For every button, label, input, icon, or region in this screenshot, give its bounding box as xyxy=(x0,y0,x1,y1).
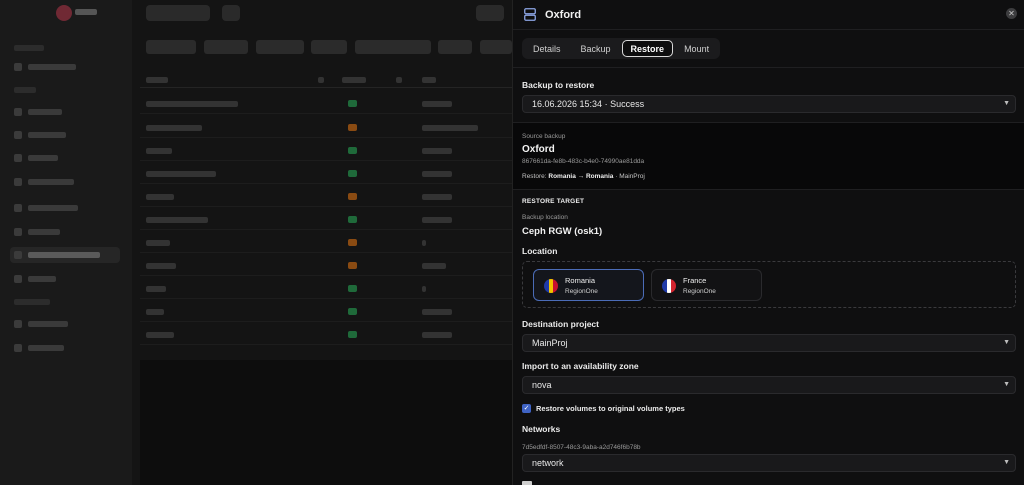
background-table-row xyxy=(140,279,512,299)
sidebar-item xyxy=(10,127,120,143)
sidebar-item xyxy=(10,340,120,356)
romania-flag-icon xyxy=(544,279,558,293)
restore-prefix: Restore: xyxy=(522,173,547,180)
location-picker: Romania RegionOne France RegionOne xyxy=(522,261,1016,308)
sidebar-item xyxy=(10,271,120,287)
background-table-row xyxy=(140,325,512,345)
background-filter-chip xyxy=(355,40,431,54)
region-sub: RegionOne xyxy=(565,288,598,295)
sidebar-item xyxy=(10,104,120,120)
backup-to-restore-select[interactable]: 16.06.2026 15:34 · Success ▼ xyxy=(522,95,1016,113)
backup-to-restore-label: Backup to restore xyxy=(522,80,595,90)
drawer-header: Oxford ✕ xyxy=(513,0,1024,30)
background-table-row xyxy=(140,233,512,253)
location-label: Location xyxy=(522,246,558,256)
background-table-row xyxy=(140,118,512,138)
sidebar-item-active xyxy=(10,247,120,263)
network-id: 7d5edfdf-8507-48c3-9aba-a2d746f6b78b xyxy=(522,444,641,451)
sidebar-item xyxy=(10,150,120,166)
divider xyxy=(513,67,1024,68)
background-app xyxy=(0,0,512,485)
tab-mount[interactable]: Mount xyxy=(675,40,718,57)
availability-zone-value: nova xyxy=(532,380,552,390)
restore-volumes-checkbox[interactable]: ✓ xyxy=(522,404,531,413)
availability-zone-label: Import to an availability zone xyxy=(522,361,639,371)
sidebar-item xyxy=(10,224,120,240)
restore-volumes-label: Restore volumes to original volume types xyxy=(536,404,685,413)
region-name: France xyxy=(683,276,707,285)
restore-volumes-checkbox-row[interactable]: ✓ Restore volumes to original volume typ… xyxy=(522,403,685,414)
background-filter-chip xyxy=(204,40,248,54)
sidebar-item xyxy=(10,59,120,75)
region-card-france[interactable]: France RegionOne xyxy=(651,269,762,301)
sidebar-section-heading xyxy=(10,40,120,56)
background-table-row xyxy=(140,187,512,207)
chevron-down-icon: ▼ xyxy=(1003,459,1010,466)
background-filter-chip xyxy=(480,40,512,54)
restore-to-region: Romania xyxy=(585,173,614,180)
source-backup-id: 867661da-fe8b-483c-b4e0-74990ae81dda xyxy=(522,158,645,165)
tab-restore[interactable]: Restore xyxy=(621,40,674,57)
arrow-right-icon: → xyxy=(577,173,585,180)
background-table-row xyxy=(140,164,512,184)
chevron-down-icon: ▼ xyxy=(1003,339,1010,346)
close-icon[interactable]: ✕ xyxy=(1006,8,1017,19)
background-filter-chip xyxy=(311,40,347,54)
tab-details[interactable]: Details xyxy=(524,40,570,57)
background-table-row xyxy=(140,141,512,161)
background-button xyxy=(476,5,504,21)
destination-project-value: MainProj xyxy=(532,338,568,348)
network-select[interactable]: network ▼ xyxy=(522,454,1016,472)
networks-label: Networks xyxy=(522,424,561,434)
backup-location-value: Ceph RGW (osk1) xyxy=(522,226,603,237)
next-field-label xyxy=(522,481,532,485)
chevron-down-icon: ▼ xyxy=(1003,100,1010,107)
background-sidebar xyxy=(0,0,132,485)
backup-location-caption: Backup location xyxy=(522,214,568,221)
app-logo-icon xyxy=(56,5,72,21)
sidebar-item xyxy=(10,200,120,216)
source-restore-route: Restore: Romania → Romania · MainProj xyxy=(522,173,645,180)
network-value: network xyxy=(532,458,564,468)
drawer-title: Oxford xyxy=(545,9,582,21)
app-window: Oxford ✕ Details Backup Restore Mount Ba… xyxy=(0,0,1024,485)
source-backup-name: Oxford xyxy=(522,144,555,155)
background-table-header xyxy=(140,70,512,88)
restore-drawer: Oxford ✕ Details Backup Restore Mount Ba… xyxy=(512,0,1024,485)
tab-backup[interactable]: Backup xyxy=(572,40,620,57)
availability-zone-select[interactable]: nova ▼ xyxy=(522,376,1016,394)
source-backup-caption: Source backup xyxy=(522,133,566,140)
region-sub: RegionOne xyxy=(683,288,716,295)
background-filter-chip xyxy=(146,40,196,54)
chevron-down-icon: ▼ xyxy=(1003,381,1010,388)
background-empty-area xyxy=(140,360,512,485)
drawer-tabs: Details Backup Restore Mount xyxy=(522,38,721,59)
restore-project: · MainProj xyxy=(615,173,645,180)
background-filter-chip xyxy=(438,40,472,54)
source-backup-panel: Source backup Oxford 867661da-fe8b-483c-… xyxy=(513,122,1024,190)
sidebar-section-heading xyxy=(10,294,120,310)
restore-target-heading: RESTORE TARGET xyxy=(522,198,585,205)
background-dropdown xyxy=(146,5,210,21)
restore-from-region: Romania xyxy=(548,173,576,180)
background-table-row xyxy=(140,302,512,322)
server-icon xyxy=(524,8,536,21)
region-card-romania[interactable]: Romania RegionOne xyxy=(533,269,644,301)
france-flag-icon xyxy=(662,279,676,293)
destination-project-label: Destination project xyxy=(522,319,599,329)
backup-to-restore-value: 16.06.2026 15:34 · Success xyxy=(532,99,645,109)
destination-project-select[interactable]: MainProj ▼ xyxy=(522,334,1016,352)
sidebar-section-heading xyxy=(10,82,120,98)
background-table-row xyxy=(140,210,512,230)
background-table-row xyxy=(140,256,512,276)
sidebar-item xyxy=(10,316,120,332)
app-logo-wordmark xyxy=(75,9,97,15)
sidebar-item xyxy=(10,174,120,190)
background-icon-button xyxy=(222,5,240,21)
region-name: Romania xyxy=(565,276,596,285)
background-filter-chip xyxy=(256,40,304,54)
background-table-row xyxy=(140,94,512,114)
